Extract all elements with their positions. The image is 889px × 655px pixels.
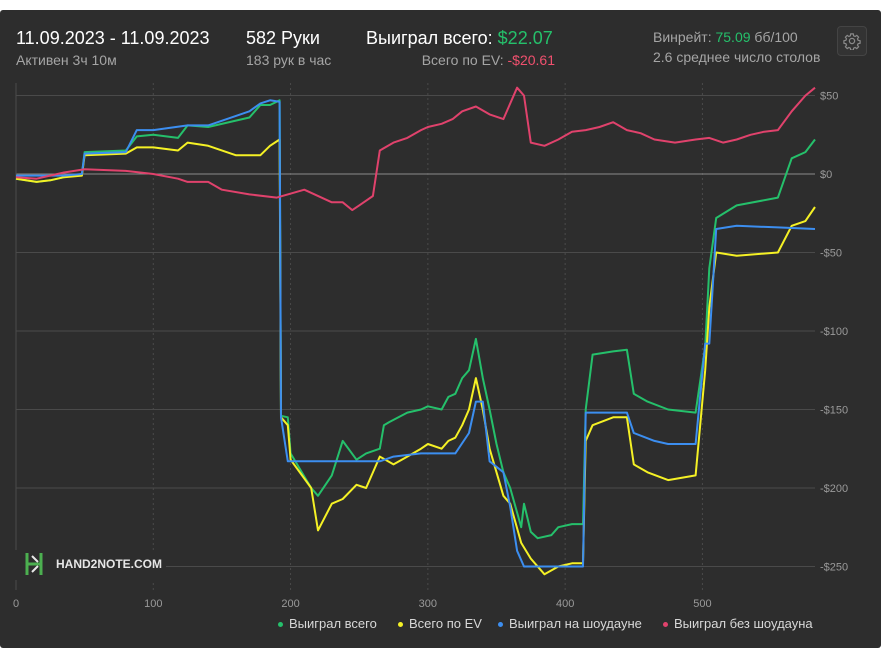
- x-tick-label: 100: [144, 598, 162, 610]
- y-tick-label: -$250: [820, 561, 848, 573]
- legend-item-ev[interactable]: Всего по EV: [398, 616, 482, 631]
- series-ev-line: [15, 138, 816, 576]
- legend-marker-showdown: [498, 622, 503, 628]
- x-tick-label: 400: [556, 598, 574, 610]
- legend-marker-won: [278, 622, 283, 628]
- x-tick-label: 500: [693, 598, 711, 610]
- legend-item-won[interactable]: Выиграл всего: [278, 616, 377, 631]
- y-tick-label: $50: [820, 91, 838, 103]
- y-tick-label: -$50: [820, 248, 842, 260]
- series-showdown-line: [16, 99, 816, 568]
- y-tick-label: -$200: [820, 483, 848, 495]
- graph-panel: 11.09.2023 - 11.09.2023 Активен 3ч 10м 5…: [0, 10, 881, 648]
- legend-label-ev: Всего по EV: [409, 616, 482, 631]
- x-tick-label: 0: [13, 598, 19, 610]
- y-tick-label: -$100: [820, 326, 848, 338]
- hand2note-logo: HAND2NOTE.COM: [14, 550, 166, 580]
- legend-marker-ev: [398, 622, 403, 628]
- x-tick-label: 300: [419, 598, 437, 610]
- legend-item-showdown[interactable]: Выиграл на шоудауне: [498, 616, 642, 631]
- legend-label-non-showdown: Выиграл без шоудауна: [674, 616, 813, 631]
- y-tick-label: $0: [820, 169, 832, 181]
- x-tick-label: 200: [281, 598, 299, 610]
- legend-marker-non-showdown: [663, 622, 668, 628]
- y-tick-label: -$150: [820, 404, 848, 416]
- line-chart: 0 100 200 300 400 500 $50 $0 -$50 -$100 -$150 -$200…: [13, 83, 848, 610]
- hand2note-logo-text: HAND2NOTE.COM: [56, 557, 162, 571]
- legend-label-won: Выиграл всего: [289, 616, 377, 631]
- legend-item-non-showdown[interactable]: Выиграл без шоудауна: [663, 616, 813, 631]
- legend-label-showdown: Выиграл на шоудауне: [509, 616, 642, 631]
